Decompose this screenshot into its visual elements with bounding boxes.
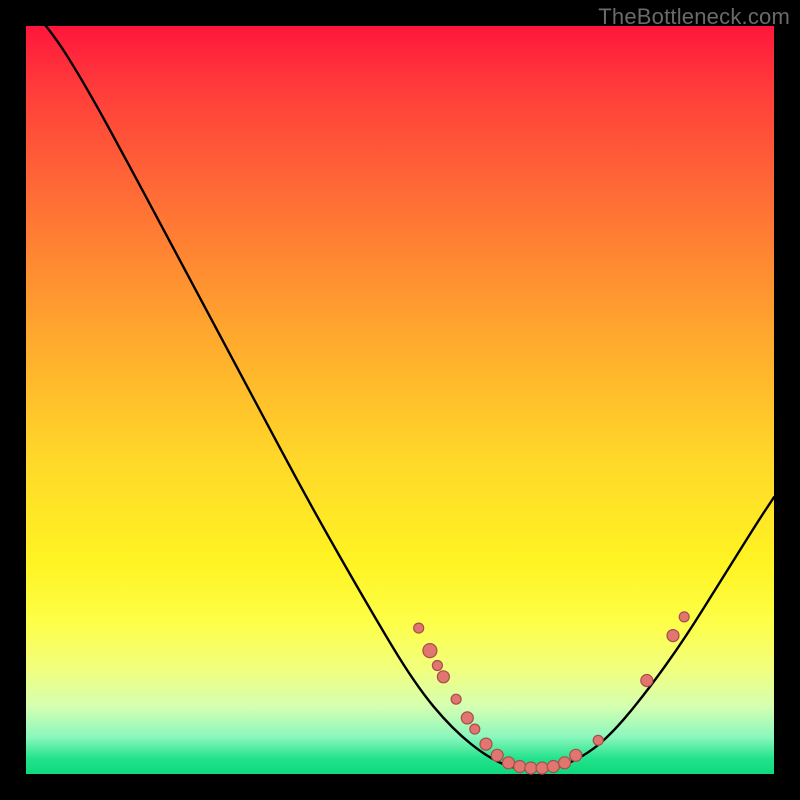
data-point (491, 749, 503, 761)
data-point (423, 644, 437, 658)
data-point (414, 623, 424, 633)
data-point (480, 738, 492, 750)
chart-svg (26, 26, 774, 774)
data-point (641, 675, 653, 687)
data-point (470, 724, 480, 734)
data-point (570, 749, 582, 761)
data-point (559, 757, 571, 769)
data-point (679, 612, 689, 622)
data-point (667, 630, 679, 642)
data-point (525, 762, 537, 774)
data-point (593, 735, 603, 745)
data-point (536, 762, 548, 774)
data-point (451, 694, 461, 704)
data-point (432, 661, 442, 671)
bottleneck-curve (26, 4, 774, 771)
data-point (461, 712, 473, 724)
chart-plot-area (26, 26, 774, 774)
data-point (514, 761, 526, 773)
data-point (437, 671, 449, 683)
data-points-group (414, 612, 690, 774)
data-point (503, 757, 515, 769)
data-point (547, 761, 559, 773)
